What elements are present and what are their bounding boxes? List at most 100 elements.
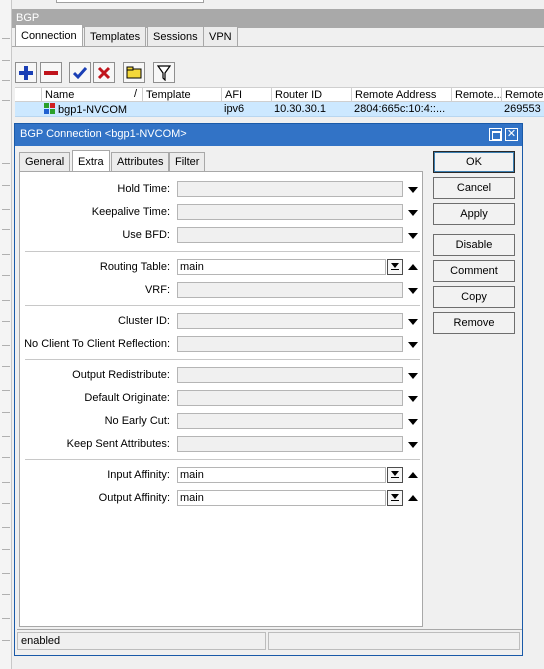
column-header-remote-as[interactable]: Remote... — [451, 88, 501, 102]
sort-icon: / — [133, 88, 137, 100]
maximize-icon[interactable] — [489, 128, 502, 141]
routing-table-field[interactable]: main — [177, 259, 386, 275]
remove-button[interactable]: Remove — [433, 312, 515, 334]
output-redistribute-expand-icon[interactable] — [408, 373, 418, 379]
no-client-to-client-reflection-expand-icon[interactable] — [408, 342, 418, 348]
strip-tick — [2, 527, 10, 528]
remove-button[interactable] — [40, 62, 62, 83]
strip-tick — [2, 321, 10, 322]
tab-vpn[interactable]: VPN — [203, 26, 238, 46]
tab-underline — [12, 46, 544, 47]
input-affinity-collapse-icon[interactable] — [408, 472, 418, 478]
use-bfd-expand-icon[interactable] — [408, 233, 418, 239]
cell-remote-as — [451, 102, 501, 117]
extra-tab-panel: Hold Time: Keepalive Time: Use BFD: Rout… — [19, 171, 423, 627]
no-early-cut-label: No Early Cut: — [104, 415, 170, 427]
cell-router-id: 10.30.30.1 — [274, 103, 326, 115]
strip-tick — [2, 300, 10, 301]
use-bfd-label: Use BFD: — [122, 229, 170, 241]
dialog-tab-extra[interactable]: Extra — [72, 150, 110, 172]
column-header-blank — [15, 88, 41, 102]
default-originate-field[interactable] — [177, 390, 403, 406]
column-header-afi[interactable]: AFI — [221, 88, 271, 102]
strip-tick — [2, 163, 10, 164]
strip-tick — [2, 60, 10, 61]
keepalive-time-field[interactable] — [177, 204, 403, 220]
strip-tick — [2, 482, 10, 483]
hold-time-field[interactable] — [177, 181, 403, 197]
vrf-field[interactable] — [177, 282, 403, 298]
strip-tick — [2, 80, 10, 81]
section-divider — [25, 459, 420, 460]
dialog-titlebar[interactable]: BGP Connection <bgp1-NVCOM> ✕ — [15, 124, 522, 146]
keep-sent-attributes-field[interactable] — [177, 436, 403, 452]
add-button[interactable] — [15, 62, 37, 83]
routing-table-collapse-icon[interactable] — [408, 264, 418, 270]
dialog-tab-general[interactable]: General — [19, 152, 71, 171]
table-row[interactable]: bgp1-NVCOM ipv6 10.30.30.1 2804:665c:10:… — [15, 102, 544, 117]
checkmark-icon — [73, 66, 87, 79]
strip-tick — [2, 229, 10, 230]
default-originate-expand-icon[interactable] — [408, 396, 418, 402]
comment-button[interactable] — [123, 62, 145, 83]
output-affinity-field[interactable]: main — [177, 490, 386, 506]
keepalive-time-label: Keepalive Time: — [91, 206, 170, 218]
top-fragment — [12, 0, 544, 9]
apply-button[interactable]: Apply — [433, 203, 515, 225]
ok-button[interactable]: OK — [433, 151, 515, 173]
dialog-title: BGP Connection <bgp1-NVCOM> — [20, 128, 187, 140]
cluster-id-expand-icon[interactable] — [408, 319, 418, 325]
strip-tick — [2, 573, 10, 574]
output-affinity-collapse-icon[interactable] — [408, 495, 418, 501]
strip-tick — [2, 412, 10, 413]
input-affinity-label: Input Affinity: — [107, 469, 170, 481]
routing-table-dropdown-icon[interactable] — [387, 259, 403, 275]
keepalive-time-expand-icon[interactable] — [408, 210, 418, 216]
copy-button[interactable]: Copy — [433, 286, 515, 308]
column-header-template[interactable]: Template — [142, 88, 221, 102]
cancel-button[interactable]: Cancel — [433, 177, 515, 199]
no-client-to-client-reflection-field[interactable] — [177, 336, 403, 352]
strip-tick — [2, 457, 10, 458]
filter-button[interactable] — [153, 62, 175, 83]
column-header-remote[interactable]: Remote — [501, 88, 544, 102]
keep-sent-attributes-expand-icon[interactable] — [408, 442, 418, 448]
output-redistribute-field[interactable] — [177, 367, 403, 383]
status-bar: enabled — [17, 629, 522, 651]
remove-icon — [44, 70, 58, 75]
column-header-router-id[interactable]: Router ID — [271, 88, 351, 102]
strip-tick — [2, 390, 10, 391]
disable-button[interactable]: Disable — [433, 234, 515, 256]
column-header-name[interactable]: Name / — [41, 88, 142, 102]
tab-sessions[interactable]: Sessions — [147, 26, 204, 46]
use-bfd-field[interactable] — [177, 227, 403, 243]
strip-tick — [2, 100, 10, 101]
disable-button[interactable] — [93, 62, 115, 83]
tab-templates[interactable]: Templates — [84, 26, 147, 46]
input-affinity-field[interactable]: main — [177, 467, 386, 483]
strip-tick — [2, 640, 10, 641]
strip-tick — [2, 185, 10, 186]
strip-tick — [2, 345, 10, 346]
output-affinity-dropdown-icon[interactable] — [387, 490, 403, 506]
hold-time-expand-icon[interactable] — [408, 187, 418, 193]
close-icon[interactable]: ✕ — [505, 128, 518, 141]
dialog-tab-attributes[interactable]: Attributes — [111, 152, 170, 171]
vrf-expand-icon[interactable] — [408, 288, 418, 294]
filter-icon — [157, 64, 171, 81]
hold-time-label: Hold Time: — [117, 183, 170, 195]
no-early-cut-field[interactable] — [177, 413, 403, 429]
dialog-tab-filter[interactable]: Filter — [169, 152, 206, 171]
strip-tick — [2, 366, 10, 367]
column-header-remote-address[interactable]: Remote Address — [351, 88, 451, 102]
enable-button[interactable] — [69, 62, 91, 83]
section-divider — [25, 305, 420, 306]
no-early-cut-expand-icon[interactable] — [408, 419, 418, 425]
cell-remote: 269553 — [504, 103, 541, 115]
cell-name: bgp1-NVCOM — [41, 102, 142, 117]
cluster-id-field[interactable] — [177, 313, 403, 329]
comment-button[interactable]: Comment — [433, 260, 515, 282]
input-affinity-dropdown-icon[interactable] — [387, 467, 403, 483]
tab-connection[interactable]: Connection — [15, 24, 83, 47]
left-app-strip — [0, 0, 12, 669]
